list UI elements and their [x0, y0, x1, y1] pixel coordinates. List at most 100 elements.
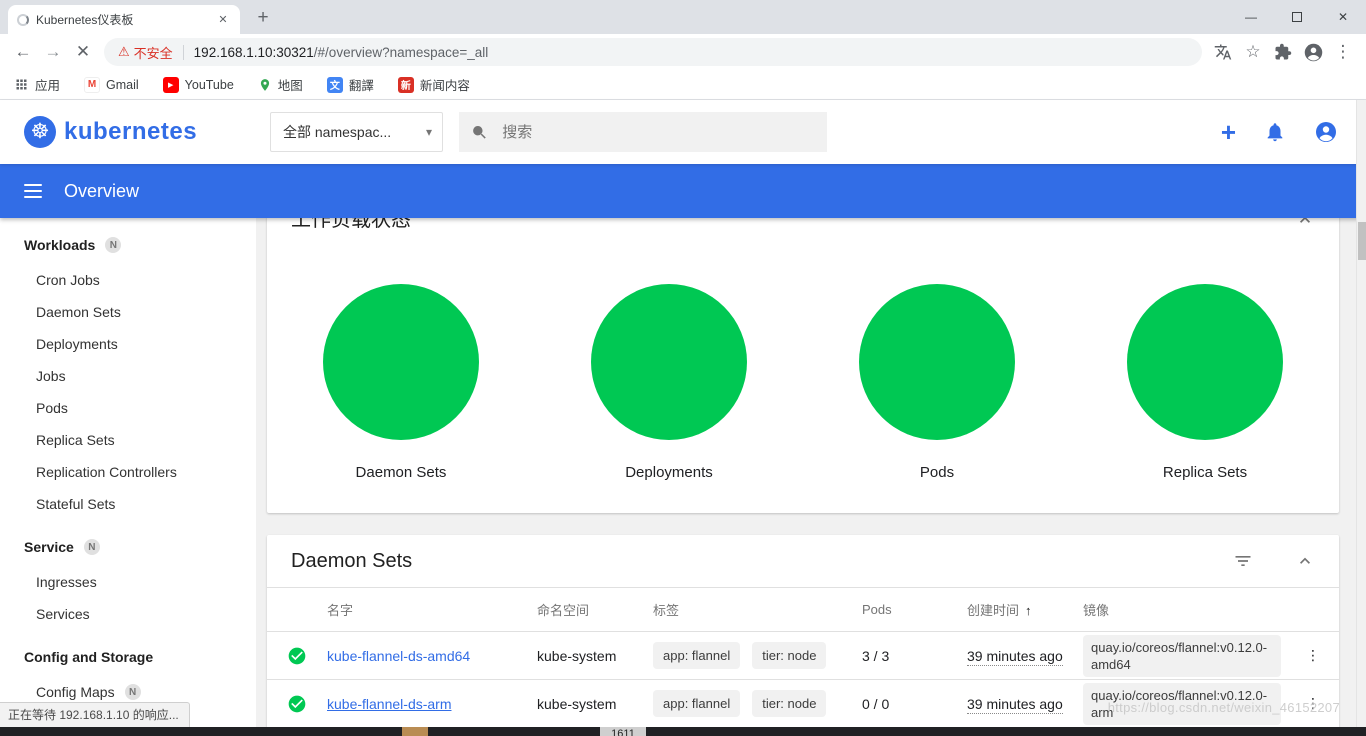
col-pods[interactable]: Pods: [862, 587, 967, 632]
filter-icon[interactable]: [1233, 551, 1253, 571]
label-chip: app: flannel: [653, 690, 741, 717]
browser-menu-kebab-icon[interactable]: ⋮: [1328, 37, 1358, 67]
sidebar-item-daemon-sets[interactable]: Daemon Sets: [0, 296, 256, 328]
sidebar-item-workloads[interactable]: Workloads N: [0, 226, 256, 264]
maximize-button[interactable]: [1274, 0, 1320, 34]
sidebar-item-replication-controllers[interactable]: Replication Controllers: [0, 456, 256, 488]
namespace-value: kube-system: [537, 647, 617, 664]
browser-tab-strip: Kubernetes仪表板 ✕ + — ✕: [0, 0, 1366, 34]
csdn-watermark: https://blog.csdn.net/weixin_46152207: [1107, 700, 1340, 715]
chart-label: Deployments: [625, 464, 713, 481]
sidebar-item-jobs[interactable]: Jobs: [0, 360, 256, 392]
search-bar[interactable]: [459, 112, 827, 152]
sidebar-item-ingresses[interactable]: Ingresses: [0, 566, 256, 598]
scrollbar-thumb[interactable]: [1358, 222, 1366, 260]
back-button[interactable]: ←: [8, 37, 38, 67]
tab-title: Kubernetes仪表板: [36, 13, 134, 27]
bookmark-gmail[interactable]: M Gmail: [84, 76, 139, 93]
n-badge: N: [105, 237, 122, 253]
col-created[interactable]: 创建时间 ↑: [967, 587, 1083, 632]
sidebar-label: Config Maps: [36, 684, 115, 700]
browser-profile-avatar[interactable]: [1298, 37, 1328, 67]
sidebar-label: Workloads: [24, 237, 96, 253]
col-namespace[interactable]: 命名空间: [537, 587, 653, 632]
page-scrollbar[interactable]: [1356, 100, 1366, 736]
bookmark-label: 翻譯: [348, 79, 374, 93]
bookmark-label: 地图: [277, 79, 303, 93]
search-input[interactable]: [502, 123, 815, 141]
page-body: Workloads N Cron Jobs Daemon Sets Deploy…: [0, 218, 1366, 736]
window-controls: — ✕: [1228, 0, 1366, 34]
create-resource-plus-icon[interactable]: +: [1221, 119, 1236, 145]
status-ok-check-icon: [287, 694, 307, 712]
tab-loading-spinner-icon: [17, 13, 29, 26]
sidebar: Workloads N Cron Jobs Daemon Sets Deploy…: [0, 218, 256, 736]
sidebar-item-replica-sets[interactable]: Replica Sets: [0, 424, 256, 456]
kubernetes-brand[interactable]: ☸ kubernetes: [0, 116, 246, 148]
brand-wordmark: kubernetes: [64, 118, 198, 145]
sidebar-item-stateful-sets[interactable]: Stateful Sets: [0, 488, 256, 520]
user-avatar-icon[interactable]: [1314, 120, 1338, 144]
sidebar-label: Config and Storage: [24, 649, 154, 665]
notifications-bell-icon[interactable]: [1264, 121, 1286, 143]
sidebar-label: Deployments: [36, 336, 118, 352]
chevron-down-icon: ▾: [425, 125, 432, 139]
sidebar-item-service[interactable]: Service N: [0, 528, 256, 566]
extensions-puzzle-icon[interactable]: [1268, 37, 1298, 67]
col-name[interactable]: 名字: [327, 587, 537, 632]
sidebar-item-deployments[interactable]: Deployments: [0, 328, 256, 360]
news-icon: 新: [397, 76, 414, 93]
sort-ascending-icon[interactable]: ↑: [1025, 603, 1032, 618]
col-created-label: 创建时间: [967, 603, 1020, 618]
col-labels: 标签: [653, 587, 862, 632]
forward-button[interactable]: →: [38, 37, 68, 67]
bookmark-maps[interactable]: 地图: [258, 75, 303, 94]
namespace-selector[interactable]: 全部 namespac... ▾: [270, 112, 443, 152]
not-secure-label[interactable]: 不安全: [134, 43, 173, 62]
bookmark-star-icon[interactable]: ☆: [1238, 37, 1268, 67]
chart-label: Daemon Sets: [355, 464, 447, 481]
workload-status-charts: Daemon Sets Deployments Pods Replica Set…: [267, 284, 1339, 481]
tab-close-icon[interactable]: ✕: [215, 13, 231, 26]
sidebar-item-pods[interactable]: Pods: [0, 392, 256, 424]
bookmark-label: 应用: [35, 79, 61, 93]
sidebar-item-cron-jobs[interactable]: Cron Jobs: [0, 264, 256, 296]
sidebar-label: Ingresses: [36, 574, 97, 590]
browser-status-tooltip: 正在等待 192.168.1.10 的响应...: [0, 702, 190, 727]
bookmark-youtube[interactable]: ▶ YouTube: [162, 76, 234, 93]
minimize-button[interactable]: —: [1228, 0, 1274, 34]
main-content: 工作负载状态 Daemon Sets Deployments Pods Repl…: [256, 218, 1366, 736]
collapse-chevron-up-icon[interactable]: [1295, 218, 1315, 230]
translate-icon[interactable]: [1208, 37, 1238, 67]
sidebar-item-services[interactable]: Services: [0, 598, 256, 630]
daemonset-name-link[interactable]: kube-flannel-ds-arm: [327, 696, 452, 712]
collapse-chevron-up-icon[interactable]: [1295, 551, 1315, 571]
namespace-selected-value: 全部 namespac...: [283, 124, 392, 140]
col-status: [267, 587, 327, 632]
bookmark-translate[interactable]: 文 翻譯: [326, 75, 374, 94]
new-tab-button[interactable]: +: [250, 7, 276, 29]
daemonset-name-link[interactable]: kube-flannel-ds-amd64: [327, 648, 470, 664]
window-close-button[interactable]: ✕: [1320, 0, 1366, 34]
bookmark-apps[interactable]: 应用: [14, 75, 60, 94]
dashboard-header: ☸ kubernetes 全部 namespac... ▾ +: [0, 100, 1366, 164]
page-toolbar: Overview: [0, 164, 1366, 218]
stop-button[interactable]: ✕: [68, 37, 98, 67]
n-badge: N: [124, 684, 141, 700]
label-chip: tier: node: [752, 690, 827, 717]
hamburger-menu-icon[interactable]: [24, 184, 42, 198]
gmail-icon: M: [84, 76, 101, 93]
created-time: 39 minutes ago: [967, 695, 1063, 714]
taskbar-app-icon[interactable]: [402, 727, 428, 736]
sidebar-item-config-and-storage[interactable]: Config and Storage: [0, 638, 256, 676]
youtube-icon: ▶: [162, 76, 179, 93]
address-bar[interactable]: ⚠ 不安全 192.168.1.10:30321 /#/overview?nam…: [104, 38, 1202, 66]
url-host: 192.168.1.10:30321: [193, 44, 314, 60]
kubernetes-logo-icon: ☸: [24, 116, 56, 148]
chart-label: Replica Sets: [1162, 464, 1248, 481]
browser-navbar: ← → ✕ ⚠ 不安全 192.168.1.10:30321 /#/overvi…: [0, 34, 1366, 70]
row-menu-kebab-icon[interactable]: ⋮: [1287, 631, 1339, 680]
browser-tab[interactable]: Kubernetes仪表板 ✕: [8, 5, 240, 34]
url-path: /#/overview?namespace=_all: [313, 44, 489, 60]
bookmark-news[interactable]: 新 新闻内容: [397, 75, 470, 94]
